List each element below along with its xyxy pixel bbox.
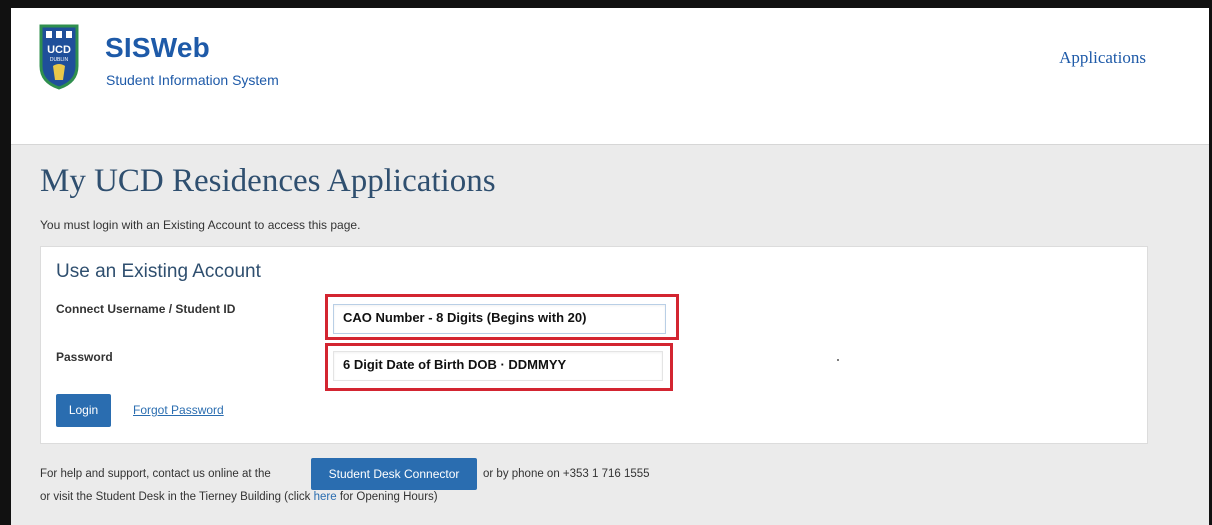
stray-dot — [837, 359, 839, 361]
svg-text:DUBLIN: DUBLIN — [50, 57, 69, 63]
site-title: SISWeb — [105, 32, 210, 63]
screenshot-border-top — [0, 0, 1212, 8]
nav-applications-link[interactable]: Applications — [1059, 48, 1146, 68]
username-highlight-box — [325, 294, 679, 340]
username-label: Connect Username / Student ID — [56, 302, 236, 316]
password-label: Password — [56, 350, 113, 364]
site-header: UCD DUBLIN SISWeb Student Information Sy… — [11, 8, 1209, 105]
main-content: My UCD Residences Applications You must … — [11, 145, 1209, 525]
help-line2-before: or visit the Student Desk in the Tierney… — [40, 491, 311, 503]
help-line2-after: for Opening Hours) — [339, 491, 438, 503]
screenshot-border-left — [0, 0, 11, 525]
forgot-password-link[interactable]: Forgot Password — [133, 403, 224, 417]
login-notice: You must login with an Existing Account … — [40, 218, 361, 232]
header-spacer — [11, 104, 1209, 145]
svg-text:UCD: UCD — [47, 44, 71, 56]
help-phone-text: or by phone on +353 1 716 1555 — [483, 468, 650, 480]
help-text-line2: or visit the Student Desk in the Tierney… — [40, 491, 438, 503]
page-title: My UCD Residences Applications — [40, 163, 496, 199]
student-desk-connector-button[interactable]: Student Desk Connector — [311, 458, 477, 490]
login-panel: Use an Existing Account Connect Username… — [40, 246, 1148, 444]
opening-hours-here-link[interactable]: here — [314, 491, 337, 503]
password-highlight-box — [325, 343, 673, 391]
login-panel-title: Use an Existing Account — [56, 261, 261, 282]
help-text-line1: For help and support, contact us online … — [40, 468, 271, 480]
login-button[interactable]: Login — [56, 394, 111, 427]
site-subtitle: Student Information System — [106, 72, 279, 88]
ucd-crest-logo[interactable]: UCD DUBLIN — [39, 24, 79, 90]
